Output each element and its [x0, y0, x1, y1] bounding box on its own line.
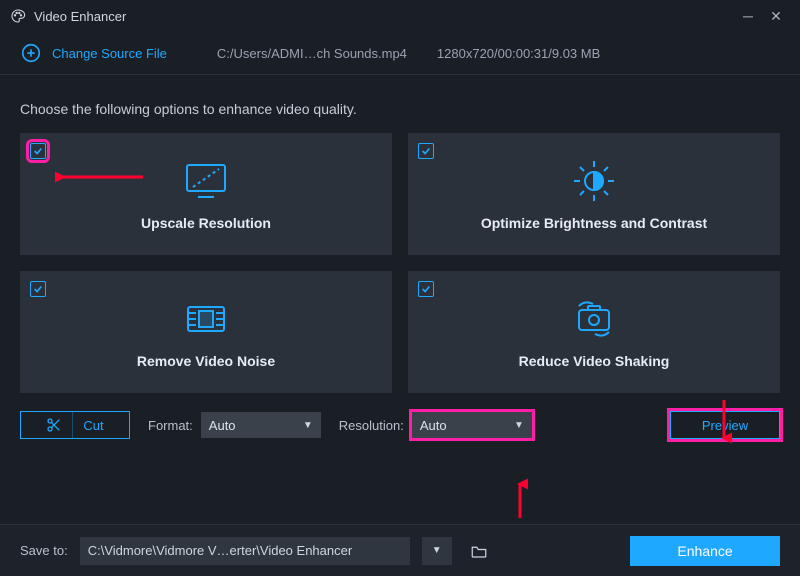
resolution-value: Auto — [420, 418, 447, 433]
format-value: Auto — [209, 418, 236, 433]
controls-row: Cut Format: Auto ▼ Resolution: Auto ▼ Pr… — [0, 393, 800, 439]
card-upscale-resolution[interactable]: Upscale Resolution — [20, 133, 392, 255]
minimize-button[interactable]: ─ — [734, 8, 762, 24]
checkbox-noise[interactable] — [30, 281, 46, 297]
cut-button[interactable]: Cut — [20, 411, 130, 439]
save-path-dropdown[interactable]: ▼ — [422, 537, 452, 565]
format-select[interactable]: Auto ▼ — [201, 412, 321, 438]
app-title: Video Enhancer — [34, 9, 126, 24]
card-label: Remove Video Noise — [137, 353, 275, 369]
source-path: C:/Users/ADMI…ch Sounds.mp4 — [217, 46, 407, 61]
save-path-value: C:\Vidmore\Vidmore V…erter\Video Enhance… — [88, 543, 352, 558]
chevron-down-icon: ▼ — [432, 545, 442, 556]
checkbox-brightness[interactable] — [418, 143, 434, 159]
enhance-label: Enhance — [677, 543, 732, 559]
card-label: Reduce Video Shaking — [519, 353, 670, 369]
cut-label: Cut — [83, 418, 103, 433]
source-bar: Change Source File C:/Users/ADMI…ch Soun… — [0, 32, 800, 74]
format-label: Format: — [148, 418, 193, 433]
enhance-options-grid: Upscale Resolution Optimize Brightness a… — [0, 133, 800, 393]
card-label: Upscale Resolution — [141, 215, 271, 231]
annotation-arrow — [512, 478, 528, 522]
film-icon — [184, 295, 228, 343]
bottom-bar: Save to: C:\Vidmore\Vidmore V…erter\Vide… — [0, 524, 800, 576]
palette-icon — [10, 8, 26, 24]
titlebar: Video Enhancer ─ ✕ — [0, 0, 800, 32]
monitor-icon — [183, 157, 229, 205]
chevron-down-icon: ▼ — [514, 420, 524, 431]
folder-icon — [470, 543, 488, 559]
preview-button[interactable]: Preview — [670, 411, 780, 439]
card-optimize-brightness[interactable]: Optimize Brightness and Contrast — [408, 133, 780, 255]
checkbox-shaking[interactable] — [418, 281, 434, 297]
save-to-label: Save to: — [20, 543, 68, 558]
close-button[interactable]: ✕ — [762, 8, 790, 25]
save-path-field[interactable]: C:\Vidmore\Vidmore V…erter\Video Enhance… — [80, 537, 410, 565]
checkbox-upscale[interactable] — [30, 143, 46, 159]
resolution-select[interactable]: Auto ▼ — [412, 412, 532, 438]
chevron-down-icon: ▼ — [303, 420, 313, 431]
resolution-label: Resolution: — [339, 418, 404, 433]
preview-label: Preview — [702, 418, 748, 433]
camera-shake-icon — [569, 295, 619, 343]
source-meta: 1280x720/00:00:31/9.03 MB — [437, 46, 600, 61]
add-file-icon — [20, 42, 42, 64]
scissors-icon — [46, 417, 62, 433]
card-label: Optimize Brightness and Contrast — [481, 215, 707, 231]
card-remove-noise[interactable]: Remove Video Noise — [20, 271, 392, 393]
instruction-text: Choose the following options to enhance … — [0, 75, 800, 133]
open-folder-button[interactable] — [464, 537, 494, 565]
change-source-button[interactable]: Change Source File — [52, 46, 167, 61]
brightness-icon — [572, 157, 616, 205]
enhance-button[interactable]: Enhance — [630, 536, 780, 566]
card-reduce-shaking[interactable]: Reduce Video Shaking — [408, 271, 780, 393]
